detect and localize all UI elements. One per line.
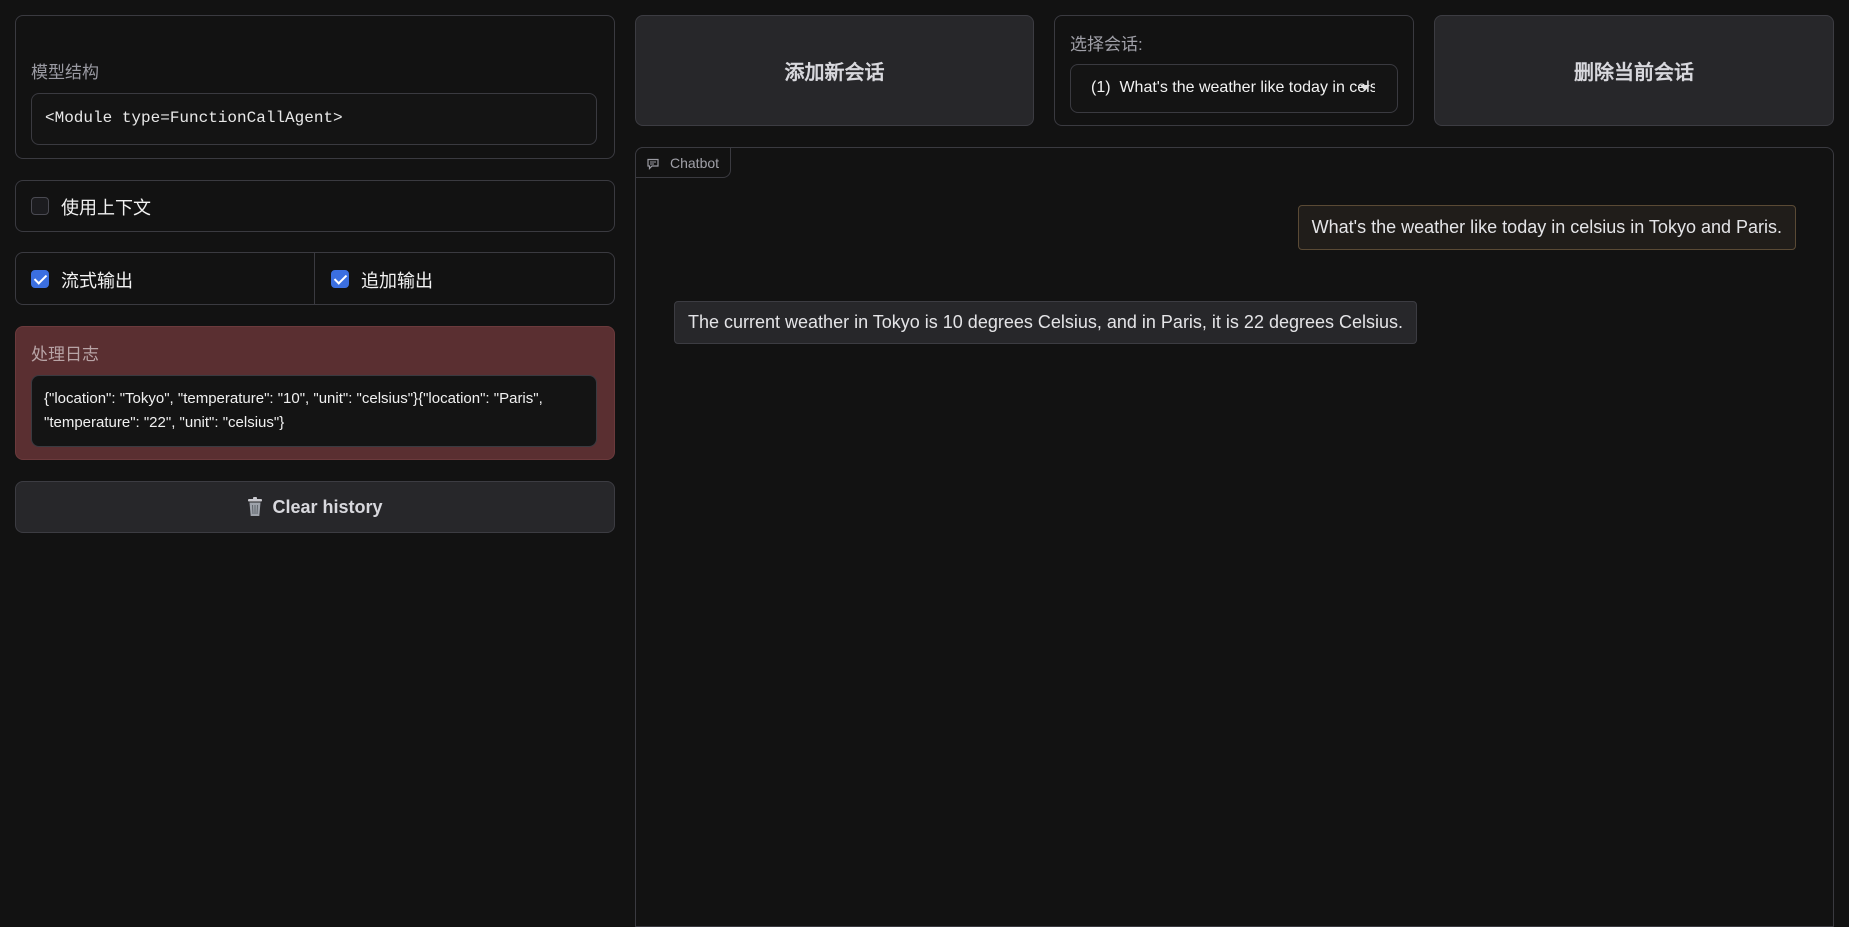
- process-log-label: 处理日志: [31, 345, 99, 364]
- clear-history-label: Clear history: [272, 496, 383, 517]
- output-options-panel: 流式输出 追加输出: [15, 252, 615, 305]
- bot-message-text: The current weather in Tokyo is 10 degre…: [688, 312, 1404, 332]
- append-output-checkbox[interactable]: [331, 270, 349, 288]
- chatbot-panel: Chatbot What's the weather like today in…: [635, 147, 1834, 927]
- chatbot-label: Chatbot: [670, 155, 720, 171]
- model-structure-field[interactable]: <Module type=FunctionCallAgent>: [31, 93, 597, 145]
- output-options-divider: [314, 253, 315, 304]
- process-log-panel: 处理日志 {"location": "Tokyo", "temperature"…: [15, 326, 615, 460]
- chevron-down-icon: [1360, 85, 1370, 91]
- user-message-text: What's the weather like today in celsius…: [1311, 217, 1782, 237]
- session-dropdown[interactable]: (1) What's the weather like today in cel…: [1070, 64, 1398, 113]
- use-context-label[interactable]: 使用上下文: [61, 194, 151, 220]
- chatbot-tag: Chatbot: [635, 147, 731, 178]
- add-session-label: 添加新会话: [784, 62, 885, 84]
- process-log-textarea[interactable]: {"location": "Tokyo", "temperature": "10…: [31, 375, 597, 447]
- model-structure-label: 模型结构: [31, 63, 99, 82]
- session-dropdown-value: (1) What's the weather like today in cel…: [1091, 79, 1375, 96]
- model-structure-value: <Module type=FunctionCallAgent>: [45, 109, 343, 127]
- use-context-checkbox[interactable]: [31, 197, 49, 215]
- add-session-button[interactable]: 添加新会话: [635, 15, 1034, 126]
- process-log-text: {"location": "Tokyo", "temperature": "10…: [44, 390, 543, 431]
- select-session-label: 选择会话:: [1070, 35, 1143, 54]
- stream-output-label[interactable]: 流式输出: [61, 267, 133, 293]
- clear-history-button[interactable]: Clear history: [15, 481, 615, 533]
- stream-output-checkbox[interactable]: [31, 270, 49, 288]
- delete-session-button[interactable]: 删除当前会话: [1434, 15, 1834, 126]
- model-structure-panel: 模型结构 <Module type=FunctionCallAgent>: [15, 15, 615, 159]
- use-context-panel: 使用上下文: [15, 180, 615, 232]
- append-output-label[interactable]: 追加输出: [361, 267, 433, 293]
- chat-bubble-icon: [647, 157, 659, 175]
- delete-session-label: 删除当前会话: [1574, 62, 1694, 84]
- select-session-panel: 选择会话: (1) What's the weather like today …: [1054, 15, 1414, 126]
- user-message: What's the weather like today in celsius…: [1297, 205, 1796, 250]
- bot-message: The current weather in Tokyo is 10 degre…: [674, 301, 1418, 344]
- trash-icon: [247, 497, 263, 517]
